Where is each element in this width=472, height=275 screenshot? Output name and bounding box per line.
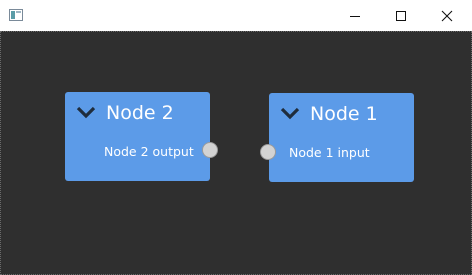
input-port[interactable] (260, 144, 276, 160)
input-port-label: Node 1 input (289, 145, 370, 160)
close-icon (441, 10, 453, 21)
node-header[interactable]: Node 1 (269, 93, 414, 133)
app-window: Node 2 Node 2 output Node 1 Node 1 input (0, 0, 472, 275)
node-1[interactable]: Node 1 Node 1 input (260, 93, 414, 182)
minimize-button[interactable] (332, 0, 378, 31)
close-button[interactable] (424, 0, 470, 31)
maximize-icon (396, 10, 406, 21)
node-editor-canvas[interactable]: Node 2 Node 2 output Node 1 Node 1 input (0, 31, 472, 275)
minimize-icon (350, 15, 360, 17)
node-header[interactable]: Node 2 (65, 92, 210, 132)
node-2[interactable]: Node 2 Node 2 output (65, 92, 218, 181)
chevron-down-icon[interactable] (280, 107, 300, 121)
title-bar[interactable] (0, 0, 472, 31)
output-port[interactable] (202, 142, 218, 158)
node-title: Node 1 (310, 103, 378, 125)
output-port-label: Node 2 output (104, 144, 194, 159)
node-title: Node 2 (106, 102, 174, 124)
maximize-button[interactable] (378, 0, 424, 31)
app-icon (9, 9, 23, 21)
chevron-down-icon[interactable] (76, 106, 96, 120)
